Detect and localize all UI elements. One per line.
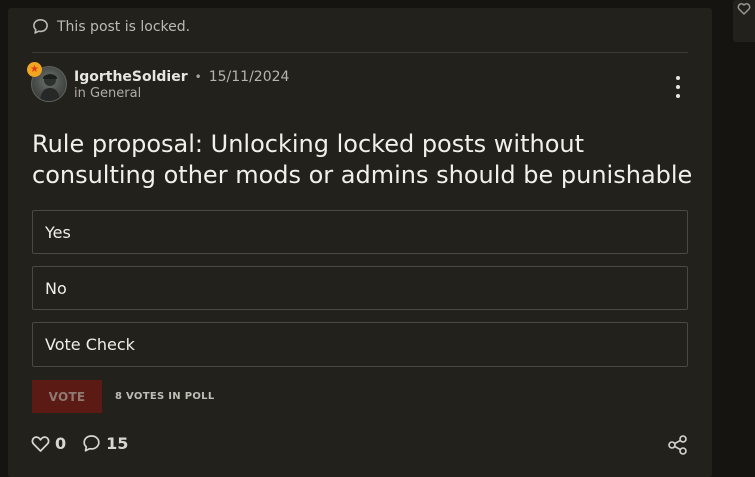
comment-icon	[83, 435, 100, 452]
comments-button[interactable]: 15	[82, 434, 128, 453]
share-button[interactable]	[667, 435, 689, 455]
star-badge-icon: ★	[27, 62, 42, 77]
post-title: Rule proposal: Unlocking locked posts wi…	[32, 130, 693, 189]
author-meta: IgortheSoldier • 15/11/2024 in General	[74, 69, 289, 101]
separator-dot: •	[194, 70, 202, 84]
poll-votes-count: 8 VOTES IN POLL	[115, 391, 215, 402]
poll-option-no[interactable]: No	[32, 266, 688, 310]
vote-button[interactable]: VOTE	[32, 380, 102, 413]
more-options-icon[interactable]	[672, 76, 684, 98]
divider	[32, 52, 688, 53]
post-author: ★ IgortheSoldier • 15/11/2024 in General	[27, 62, 289, 102]
poll-option-vote-check[interactable]: Vote Check	[32, 322, 688, 367]
heart-icon	[31, 435, 50, 452]
poll-option-yes[interactable]: Yes	[32, 210, 688, 254]
post-category[interactable]: in General	[74, 86, 289, 101]
page: This post is locked. ★ IgortheSoldier • …	[0, 0, 755, 477]
author-line: IgortheSoldier • 15/11/2024	[74, 69, 289, 85]
username[interactable]: IgortheSoldier	[74, 69, 188, 85]
comment-count: 15	[106, 434, 129, 453]
post-date: 15/11/2024	[208, 69, 290, 85]
poll-option-label: No	[45, 278, 67, 298]
heart-icon	[737, 3, 751, 15]
like-button[interactable]: 0	[31, 434, 66, 453]
comment-icon	[33, 19, 48, 34]
poll-option-label: Vote Check	[45, 335, 135, 354]
locked-notice: This post is locked.	[32, 18, 190, 35]
locked-notice-text: This post is locked.	[57, 18, 191, 35]
avatar-wrapper[interactable]: ★	[27, 62, 67, 102]
like-count: 0	[55, 434, 67, 453]
share-icon	[668, 435, 687, 455]
post-stats: 0 15	[31, 434, 128, 453]
poll-vote-row: VOTE 8 VOTES IN POLL	[32, 380, 215, 413]
poll-option-label: Yes	[45, 222, 71, 242]
